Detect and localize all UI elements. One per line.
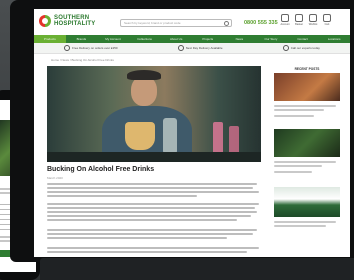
search-icon[interactable]	[224, 21, 229, 26]
article-paragraph	[47, 203, 261, 223]
nav-item-locations[interactable]: Locations	[318, 37, 350, 41]
recent-post-date	[274, 171, 312, 173]
nav-item-news[interactable]: News	[224, 37, 256, 41]
usp-item: Free Delivery on orders over £250	[64, 45, 118, 51]
laptop-screen: SOUTHERN HOSPITALITY Search by keyword, …	[34, 9, 350, 257]
article-hero-image	[47, 66, 261, 162]
recent-post-date	[274, 115, 314, 117]
delivery-icon	[64, 45, 71, 51]
recent-post-title[interactable]	[274, 161, 336, 163]
article-paragraph	[47, 183, 261, 199]
phone-icon	[282, 45, 289, 51]
nav-item-brands[interactable]: Brands	[66, 37, 98, 41]
laptop-base	[40, 258, 354, 280]
nav-item-about-us[interactable]: About Us	[160, 37, 192, 41]
usp-item: Next Day Delivery Available	[177, 45, 223, 51]
nav-item-projects[interactable]: Projects	[192, 37, 224, 41]
search-placeholder: Search by keyword, brand or product code	[124, 21, 181, 25]
phone-number[interactable]: 0800 555 335	[244, 20, 278, 26]
recent-post-title[interactable]	[274, 225, 326, 227]
recent-post-title[interactable]	[274, 105, 336, 107]
basket-icon[interactable]: Basket	[294, 14, 304, 26]
nav-item-products[interactable]: Products	[34, 35, 66, 43]
nav-item-our-story[interactable]: Our Story	[255, 37, 287, 41]
wishlist-icon[interactable]: Wishlist	[308, 14, 318, 26]
site-header: SOUTHERN HOSPITALITY Search by keyword, …	[34, 9, 350, 35]
article-paragraph	[47, 229, 261, 241]
site-logo[interactable]: SOUTHERN HOSPITALITY	[54, 15, 95, 27]
search-input[interactable]: Search by keyword, brand or product code	[120, 19, 232, 27]
header-icons: Account Basket Wishlist Cart	[280, 14, 332, 26]
logo-icon[interactable]	[39, 15, 51, 27]
usp-bar: Free Delivery on orders over £250 Next D…	[34, 43, 350, 54]
nav-item-collections[interactable]: Collections	[129, 37, 161, 41]
user-icon[interactable]: Account	[280, 14, 290, 26]
usp-item: Call our experts today	[282, 45, 320, 51]
article-title: Bucking On Alcohol Free Drinks	[47, 166, 155, 173]
recent-post-title[interactable]	[274, 165, 322, 167]
cart-icon[interactable]: Cart	[322, 14, 332, 26]
laptop-frame: SOUTHERN HOSPITALITY Search by keyword, …	[10, 0, 354, 262]
nav-item-contact[interactable]: Contact	[287, 37, 319, 41]
brand-line2: HOSPITALITY	[54, 21, 96, 27]
article-date: March 2020	[47, 176, 63, 180]
main-nav: Products Brands My Account Collections A…	[34, 35, 350, 43]
recent-post-thumbnail[interactable]	[274, 129, 340, 157]
recent-post-thumbnail[interactable]	[274, 187, 340, 217]
truck-icon	[177, 45, 184, 51]
recent-post-title[interactable]	[274, 109, 324, 111]
sidebar-heading: RECENT POSTS	[294, 67, 320, 71]
breadcrumb[interactable]: Home / News / Bucking On Alcohol Free Dr…	[51, 58, 114, 62]
article-paragraph	[47, 247, 261, 255]
recent-post-thumbnail[interactable]	[274, 73, 340, 101]
recent-post-title[interactable]	[274, 221, 336, 223]
nav-item-my-account[interactable]: My Account	[97, 37, 129, 41]
